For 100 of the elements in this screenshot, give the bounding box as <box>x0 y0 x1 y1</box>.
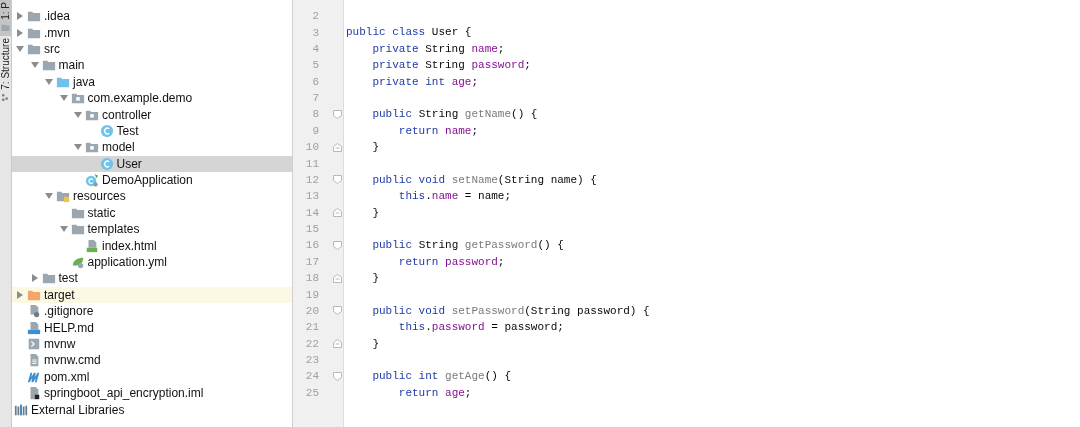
code-line: return name; <box>397 123 479 139</box>
collapse-arrow-icon[interactable] <box>59 225 68 234</box>
line-number: 2 <box>311 10 319 23</box>
fold-icon[interactable] <box>333 109 342 119</box>
tree-row[interactable]: .idea <box>12 8 292 25</box>
collapse-arrow-icon[interactable] <box>30 61 39 70</box>
expand-arrow-icon[interactable] <box>16 12 24 21</box>
tree-row[interactable]: User <box>12 155 292 172</box>
code-line: } <box>371 271 379 286</box>
tree-row[interactable]: HELP.md <box>12 319 292 336</box>
line-number: 13 <box>304 190 319 203</box>
line-number: 20 <box>304 304 319 317</box>
tree-row[interactable]: application.yml <box>12 253 292 271</box>
line-number: 5 <box>311 59 319 72</box>
folder-icon <box>41 58 56 73</box>
html-file-icon <box>85 238 99 253</box>
code-line: public String getPassword() { <box>371 238 564 254</box>
collapse-arrow-icon[interactable] <box>74 143 82 152</box>
item-label: resources <box>73 189 126 204</box>
tree-row[interactable]: index.html <box>12 237 292 254</box>
item-label: Test <box>116 123 139 138</box>
code-line: return age; <box>397 385 472 401</box>
tree-row[interactable]: target <box>12 286 292 304</box>
item-label: application.yml <box>87 255 167 270</box>
expand-arrow-icon[interactable] <box>16 290 24 299</box>
collapse-arrow-icon[interactable] <box>45 192 53 201</box>
tree-row[interactable]: mvnw.cmd <box>12 352 292 369</box>
item-label: User <box>116 156 142 171</box>
item-label: static <box>87 205 116 220</box>
folder-icon <box>1 22 10 32</box>
tree-row[interactable]: templates <box>12 221 292 238</box>
item-label: main <box>58 58 85 73</box>
tree-row[interactable]: static <box>12 204 292 222</box>
tree-row[interactable]: src <box>12 40 292 58</box>
line-number: 25 <box>304 386 319 399</box>
class-icon <box>99 123 114 138</box>
code-line: private String name; <box>371 41 505 57</box>
line-number: 17 <box>304 255 319 268</box>
tree-row[interactable]: test <box>12 270 292 287</box>
item-label: test <box>58 271 78 286</box>
fold-icon[interactable] <box>333 306 342 316</box>
line-number: 14 <box>304 206 319 219</box>
item-label: templates <box>87 222 140 237</box>
fold-icon[interactable] <box>333 371 342 381</box>
fold-icon[interactable] <box>333 142 342 152</box>
tree-row[interactable]: com.example.demo <box>12 89 292 107</box>
tree-row[interactable]: springboot_api_encryption.iml <box>12 385 292 402</box>
fold-icon[interactable] <box>333 208 342 218</box>
line-number: 12 <box>304 173 319 186</box>
line-number: 19 <box>304 288 319 301</box>
expand-arrow-icon[interactable] <box>30 274 39 283</box>
fold-icon[interactable] <box>333 339 342 349</box>
code-line: public void setPassword(String password) { <box>371 303 650 319</box>
line-number: 18 <box>304 272 319 285</box>
collapse-arrow-icon[interactable] <box>59 94 68 103</box>
tree-row[interactable]: resources <box>12 188 292 205</box>
item-label: springboot_api_encryption.iml <box>44 386 204 401</box>
tree-row[interactable]: DemoApplication <box>12 171 292 189</box>
markdown-file-icon <box>27 320 41 335</box>
tree-row[interactable]: controller <box>12 106 292 123</box>
package-icon <box>85 140 99 155</box>
tree-row[interactable]: java <box>12 73 292 90</box>
fold-icon[interactable] <box>333 175 342 185</box>
item-label: .idea <box>44 9 71 24</box>
package-icon <box>70 91 85 106</box>
line-number: 15 <box>304 223 319 236</box>
collapse-arrow-icon[interactable] <box>74 110 82 119</box>
line-number: 4 <box>311 42 319 55</box>
item-label: src <box>44 41 60 56</box>
tree-row[interactable]: .mvn <box>12 24 292 41</box>
item-label: mvnw.cmd <box>44 353 101 368</box>
class-icon <box>99 156 114 171</box>
code-line: this.password = password; <box>397 320 564 336</box>
item-label: controller <box>102 107 152 122</box>
leaf-icon <box>70 255 85 270</box>
collapse-arrow-icon[interactable] <box>16 44 24 53</box>
tree-row[interactable]: main <box>12 57 292 74</box>
tree-row[interactable]: pom.xml <box>12 368 292 385</box>
fold-icon[interactable] <box>333 240 342 250</box>
folder-icon <box>56 189 70 204</box>
tree-row[interactable]: Test <box>12 122 292 140</box>
tree-row[interactable]: model <box>12 139 292 156</box>
expand-arrow-icon[interactable] <box>16 28 24 37</box>
tree-row[interactable]: .gitignore <box>12 303 292 320</box>
item-label: com.example.demo <box>87 91 193 106</box>
tree-row[interactable]: mvnw <box>12 335 292 353</box>
collapse-arrow-icon[interactable] <box>45 77 53 86</box>
line-number: 11 <box>304 157 319 170</box>
item-label: DemoApplication <box>102 173 193 188</box>
item-label: .mvn <box>44 25 70 40</box>
code-line: public String getName() { <box>371 107 538 123</box>
code-line: } <box>371 205 379 221</box>
code-line: return password; <box>397 254 505 270</box>
tool-window-tab[interactable]: 7: Structure <box>0 35 11 106</box>
code-line: public class User { <box>346 25 472 41</box>
line-number: 7 <box>311 92 319 105</box>
line-number: 6 <box>311 75 319 88</box>
item-label: External Libraries <box>31 402 125 417</box>
fold-icon[interactable] <box>333 273 342 283</box>
tool-window-tab[interactable]: 1: P <box>0 0 11 36</box>
